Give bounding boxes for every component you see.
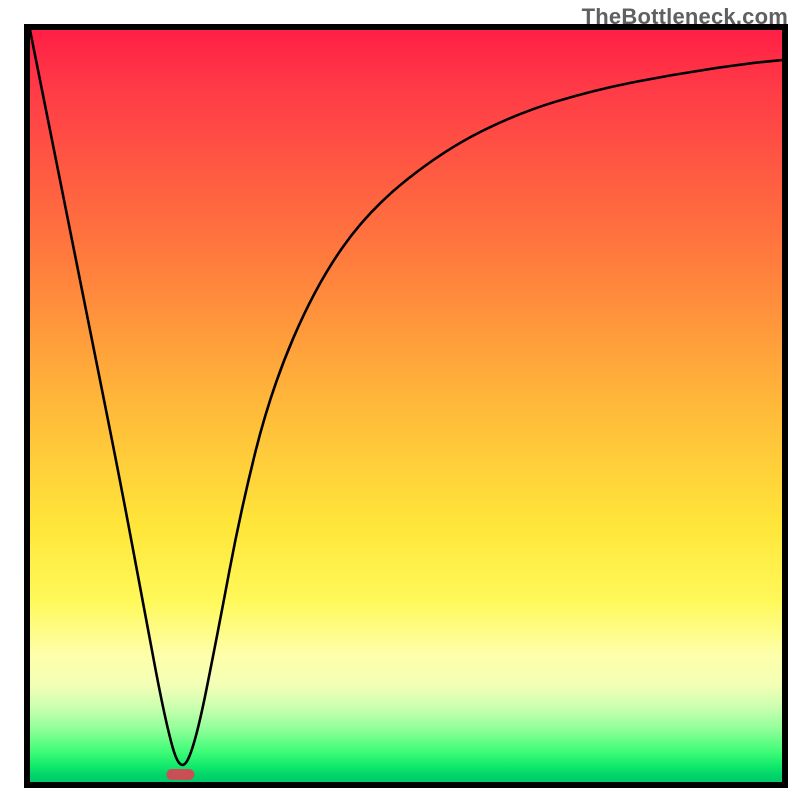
bottleneck-curve-path	[30, 30, 782, 765]
minimum-marker	[166, 769, 194, 780]
plot-area	[30, 30, 782, 782]
curve-svg	[30, 30, 782, 782]
bottleneck-chart: TheBottleneck.com	[0, 0, 800, 800]
watermark-text: TheBottleneck.com	[582, 4, 788, 30]
chart-frame	[24, 24, 788, 788]
